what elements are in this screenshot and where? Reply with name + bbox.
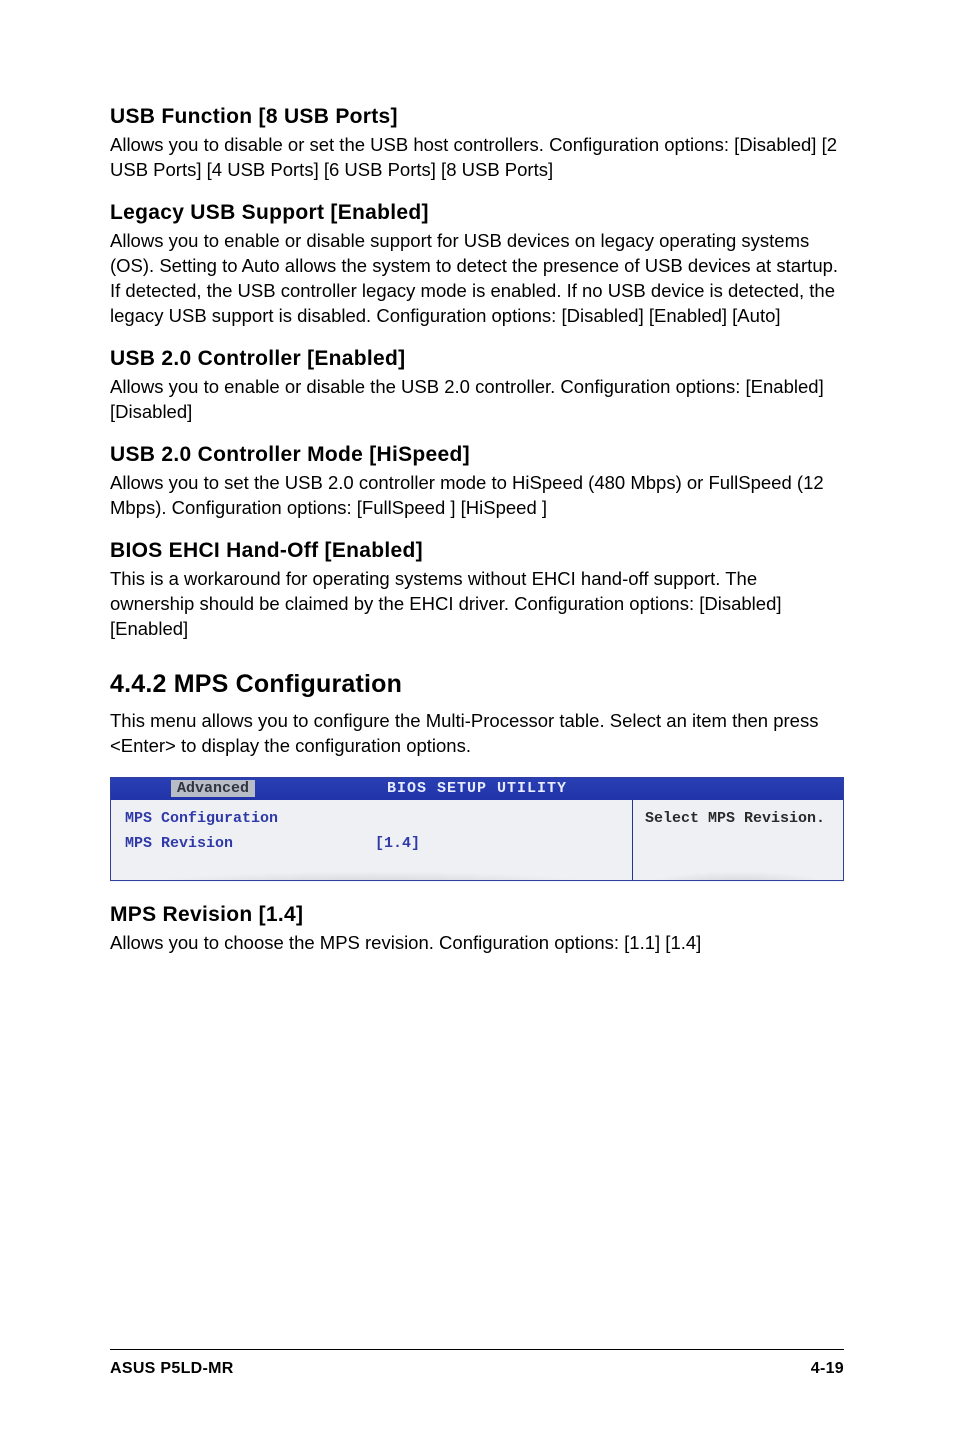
footer-right: 4-19 xyxy=(811,1360,844,1378)
heading-usb20-controller: USB 2.0 Controller [Enabled] xyxy=(110,347,844,371)
body-mps-revision: Allows you to choose the MPS revision. C… xyxy=(110,931,844,956)
bios-screenshot: Advanced BIOS SETUP UTILITY MPS Configur… xyxy=(110,777,844,881)
heading-legacy-usb: Legacy USB Support [Enabled] xyxy=(110,201,844,225)
bios-right-pane: Select MPS Revision. xyxy=(633,800,843,880)
heading-mps-config: 4.4.2 MPS Configuration xyxy=(110,670,844,699)
bios-left-pane: MPS Configuration MPS Revision [1.4] xyxy=(111,800,633,880)
page-footer: ASUS P5LD-MR 4-19 xyxy=(110,1349,844,1378)
body-usb-function: Allows you to disable or set the USB hos… xyxy=(110,133,844,183)
body-legacy-usb: Allows you to enable or disable support … xyxy=(110,229,844,329)
bios-body: MPS Configuration MPS Revision [1.4] Sel… xyxy=(111,800,843,880)
bios-row-mps-revision: MPS Revision [1.4] xyxy=(125,835,618,852)
heading-ehci: BIOS EHCI Hand-Off [Enabled] xyxy=(110,539,844,563)
bios-title: BIOS SETUP UTILITY xyxy=(387,780,567,797)
heading-usb20-mode: USB 2.0 Controller Mode [HiSpeed] xyxy=(110,443,844,467)
body-usb20-mode: Allows you to set the USB 2.0 controller… xyxy=(110,471,844,521)
body-mps-config: This menu allows you to configure the Mu… xyxy=(110,709,844,759)
heading-usb-function: USB Function [8 USB Ports] xyxy=(110,105,844,129)
bios-tabbar: Advanced BIOS SETUP UTILITY xyxy=(111,778,843,800)
body-ehci: This is a workaround for operating syste… xyxy=(110,567,844,642)
bios-config-title: MPS Configuration xyxy=(125,810,618,827)
body-usb20-controller: Allows you to enable or disable the USB … xyxy=(110,375,844,425)
footer-left: ASUS P5LD-MR xyxy=(110,1360,234,1378)
bios-row-value: [1.4] xyxy=(375,835,420,852)
heading-mps-revision: MPS Revision [1.4] xyxy=(110,903,844,927)
bios-help-text: Select MPS Revision. xyxy=(645,810,831,827)
bios-tab-advanced: Advanced xyxy=(171,780,255,797)
bios-row-label: MPS Revision xyxy=(125,835,375,852)
